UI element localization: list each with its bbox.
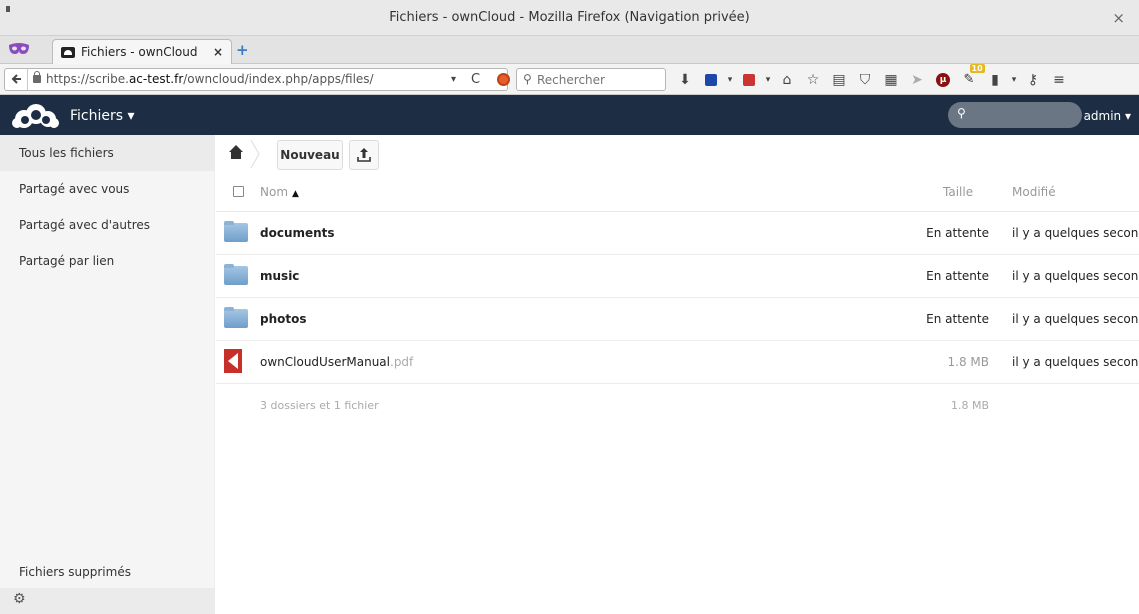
- file-name[interactable]: ownCloudUserManual.pdf: [260, 341, 413, 384]
- search-bar[interactable]: ⚲: [516, 68, 666, 91]
- owncloud-favicon-icon: [61, 46, 75, 58]
- search-input[interactable]: [537, 69, 662, 90]
- file-modified: il y a quelques secon...: [1012, 269, 1139, 283]
- app-menu[interactable]: Fichiers ▾: [70, 95, 135, 137]
- breadcrumb-separator-icon: [250, 140, 260, 168]
- new-button[interactable]: Nouveau: [277, 140, 343, 170]
- file-modified: il y a quelques secon...: [1012, 226, 1139, 240]
- upload-icon: [357, 148, 371, 162]
- back-arrow-icon: [11, 74, 21, 84]
- save-dropdown-icon[interactable]: ▾: [724, 64, 736, 95]
- download-icon[interactable]: ⬇: [672, 64, 698, 95]
- file-size: En attente: [926, 312, 989, 326]
- battery-dropdown-icon[interactable]: ▾: [1008, 64, 1020, 95]
- user-menu[interactable]: admin ▾: [1084, 95, 1131, 137]
- file-name-base: ownCloudUserManual: [260, 355, 390, 369]
- search-icon: ⚲: [523, 72, 532, 86]
- file-size: En attente: [926, 226, 989, 240]
- column-header-name[interactable]: Nom ▲: [260, 172, 299, 214]
- owncloud-logo-icon[interactable]: [10, 103, 60, 129]
- owncloud-search[interactable]: ⚲: [948, 102, 1082, 128]
- menu-icon[interactable]: ≡: [1046, 64, 1072, 95]
- pdf-icon: [224, 349, 242, 373]
- url-path: /owncloud/index.php/apps/files/: [183, 72, 374, 86]
- tab-label: Fichiers - ownCloud: [81, 45, 198, 59]
- notifications-icon[interactable]: ✎ 10: [956, 64, 985, 95]
- save-icon[interactable]: [698, 64, 724, 95]
- back-button[interactable]: [5, 69, 28, 90]
- pocket-plus-icon[interactable]: [736, 64, 762, 95]
- ghostery-icon[interactable]: [497, 73, 510, 86]
- notifications-badge: 10: [969, 64, 985, 73]
- sidebar-item-all-files[interactable]: Tous les fichiers: [0, 135, 215, 171]
- reading-list-icon[interactable]: ▤: [826, 64, 852, 95]
- url-prefix: https://scribe.: [46, 72, 129, 86]
- controls-bar: Nouveau: [216, 135, 1139, 172]
- private-browsing-icon: [9, 43, 29, 54]
- table-row[interactable]: ownCloudUserManual.pdf 1.8 MB il y a que…: [216, 341, 1139, 384]
- new-tab-button[interactable]: +: [236, 41, 249, 59]
- navigation-bar: https://scribe.ac-test.fr/owncloud/index…: [0, 64, 1139, 95]
- folder-icon: [224, 307, 248, 328]
- file-name[interactable]: documents: [260, 212, 335, 255]
- table-row[interactable]: documents En attente il y a quelques sec…: [216, 212, 1139, 255]
- select-all-checkbox[interactable]: [233, 186, 244, 197]
- file-size: En attente: [926, 269, 989, 283]
- reload-button[interactable]: C: [471, 69, 480, 90]
- sort-ascending-icon: ▲: [292, 189, 299, 199]
- sidebar-item-shared-with-others[interactable]: Partagé avec d'autres: [0, 207, 215, 243]
- ublock-icon[interactable]: μ: [930, 64, 956, 95]
- window-close-button[interactable]: ×: [1112, 9, 1125, 27]
- url-text[interactable]: https://scribe.ac-test.fr/owncloud/index…: [46, 69, 374, 90]
- column-header-size[interactable]: Taille: [943, 172, 973, 212]
- upload-button[interactable]: [349, 140, 379, 170]
- owncloud-header: Fichiers ▾ ⚲ admin ▾: [0, 95, 1139, 135]
- file-modified: il y a quelques secon...: [1012, 355, 1139, 369]
- summary-size: 1.8 MB: [950, 399, 989, 412]
- bookmark-star-icon[interactable]: ☆: [800, 64, 826, 95]
- settings-area: ⚙: [0, 588, 215, 614]
- file-table: Nom ▲ Taille Modifié documents En attente…: [216, 172, 1139, 427]
- url-bar[interactable]: https://scribe.ac-test.fr/owncloud/index…: [4, 68, 510, 91]
- file-modified: il y a quelques secon...: [1012, 312, 1139, 326]
- folder-icon: [224, 264, 248, 285]
- gear-icon[interactable]: ⚙: [13, 591, 26, 607]
- home-icon[interactable]: ⌂: [774, 64, 800, 95]
- file-extension: .pdf: [390, 355, 414, 369]
- search-icon: ⚲: [957, 106, 966, 120]
- home-breadcrumb-icon[interactable]: [228, 144, 244, 160]
- url-host: ac-test.fr: [128, 72, 184, 86]
- extension-icon[interactable]: ⚷: [1020, 64, 1046, 95]
- tab-bar: Fichiers - ownCloud × +: [0, 36, 1139, 64]
- pocket-icon[interactable]: ⛉: [852, 64, 878, 95]
- folder-icon: [224, 221, 248, 242]
- battery-icon[interactable]: ▮: [982, 64, 1008, 95]
- send-icon[interactable]: ➤: [904, 64, 930, 95]
- table-row[interactable]: photos En attente il y a quelques secon.…: [216, 298, 1139, 341]
- file-size: 1.8 MB: [947, 355, 989, 369]
- tab-fichiers-owncloud[interactable]: Fichiers - ownCloud ×: [52, 39, 232, 64]
- sidebar: Tous les fichiers Partagé avec vous Part…: [0, 135, 215, 614]
- window-title: Fichiers - ownCloud - Mozilla Firefox (N…: [389, 10, 750, 25]
- grid-icon[interactable]: ▦: [878, 64, 904, 95]
- file-name[interactable]: music: [260, 255, 299, 298]
- sidebar-item-shared-by-link[interactable]: Partagé par lien: [0, 243, 215, 279]
- table-row[interactable]: music En attente il y a quelques secon..…: [216, 255, 1139, 298]
- sidebar-item-shared-with-you[interactable]: Partagé avec vous: [0, 171, 215, 207]
- tab-close-button[interactable]: ×: [213, 45, 223, 59]
- file-name[interactable]: photos: [260, 298, 307, 341]
- pocket-dropdown-icon[interactable]: ▾: [762, 64, 774, 95]
- lock-icon: [33, 71, 41, 83]
- summary-count: 3 dossiers et 1 fichier: [260, 399, 379, 412]
- column-header-name-label: Nom: [260, 185, 289, 199]
- table-summary: 3 dossiers et 1 fichier 1.8 MB: [216, 384, 1139, 427]
- window-titlebar: Fichiers - ownCloud - Mozilla Firefox (N…: [0, 0, 1139, 36]
- sidebar-item-deleted-files[interactable]: Fichiers supprimés: [0, 554, 215, 590]
- toolbar-icons: ⬇ ▾ ▾ ⌂ ☆ ▤ ⛉ ▦ ➤ μ ✎ 10 ▮ ▾ ⚷ ≡: [672, 64, 1072, 95]
- column-header-modified[interactable]: Modifié: [1012, 172, 1056, 212]
- url-history-dropdown-icon[interactable]: ▾: [451, 69, 456, 90]
- table-header: Nom ▲ Taille Modifié: [216, 172, 1139, 212]
